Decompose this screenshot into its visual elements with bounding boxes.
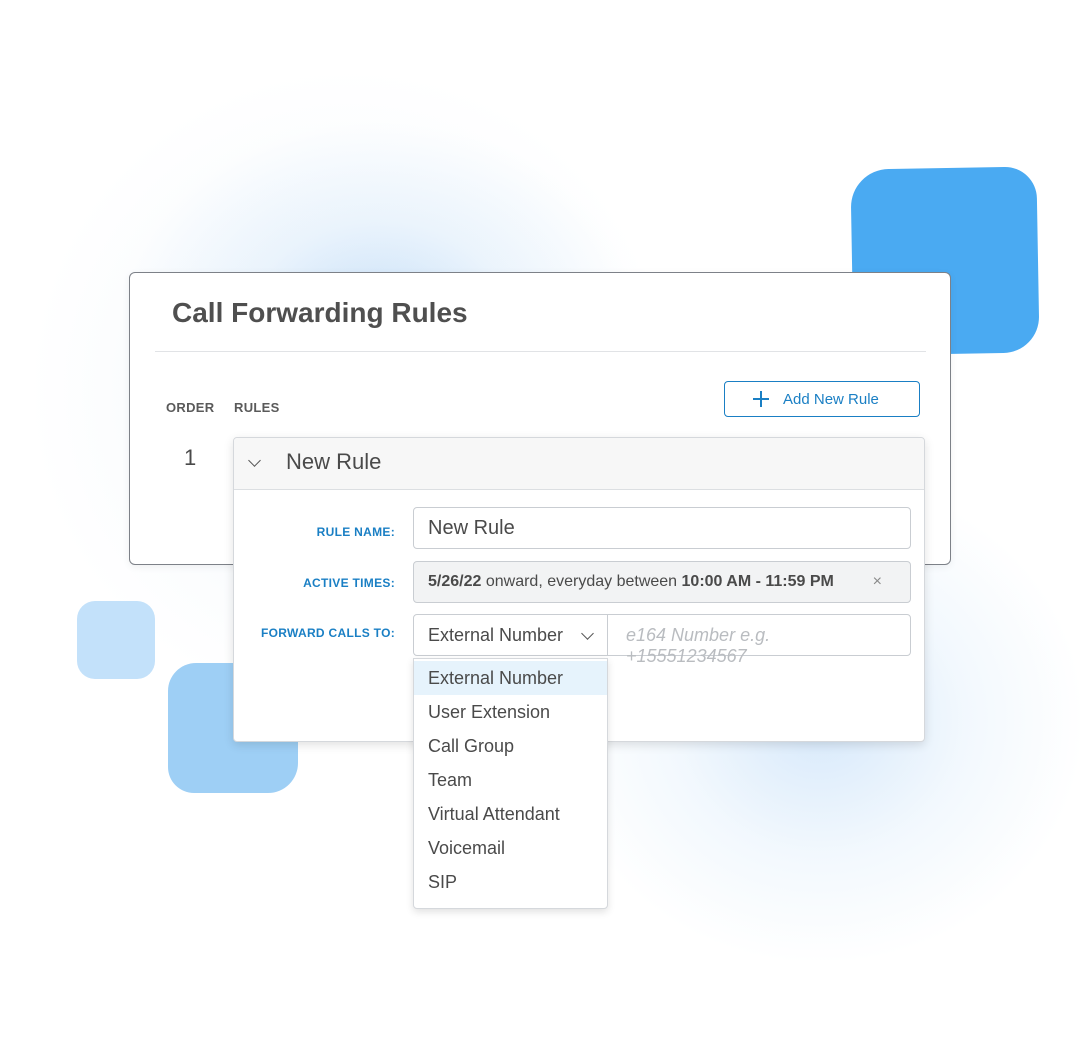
active-times-date: 5/26/22 <box>428 573 482 590</box>
column-header-rules: RULES <box>234 400 280 415</box>
dropdown-option-voicemail[interactable]: Voicemail <box>414 831 607 865</box>
chevron-down-icon <box>581 627 594 640</box>
page-title: Call Forwarding Rules <box>172 297 468 328</box>
add-new-rule-button[interactable]: Add New Rule <box>724 381 920 417</box>
dropdown-option-user-extension[interactable]: User Extension <box>414 695 607 729</box>
decorative-blob <box>77 601 155 679</box>
add-new-rule-label: Add New Rule <box>783 390 879 408</box>
plus-icon <box>753 391 769 407</box>
forward-type-dropdown: External Number User Extension Call Grou… <box>413 658 608 909</box>
dropdown-option-external-number[interactable]: External Number <box>414 661 607 695</box>
forward-number-placeholder: e164 Number e.g. +15551234567 <box>626 625 771 666</box>
dropdown-option-sip[interactable]: SIP <box>414 865 607 899</box>
active-times-range: 10:00 AM - 11:59 PM <box>681 573 834 590</box>
dropdown-option-virtual-attendant[interactable]: Virtual Attendant <box>414 797 607 831</box>
rule-name-input[interactable]: New Rule <box>413 507 911 549</box>
forward-type-select[interactable]: External Number <box>413 614 608 656</box>
active-times-label: ACTIVE TIMES: <box>303 576 395 590</box>
chevron-down-icon[interactable] <box>248 454 261 467</box>
active-times-field[interactable]: 5/26/22 onward, everyday between 10:00 A… <box>413 561 911 603</box>
dropdown-option-call-group[interactable]: Call Group <box>414 729 607 763</box>
rule-header-title: New Rule <box>286 449 382 474</box>
close-icon[interactable]: × <box>873 573 882 591</box>
rule-header[interactable]: New Rule <box>234 438 924 490</box>
dropdown-option-team[interactable]: Team <box>414 763 607 797</box>
rule-order-number: 1 <box>184 445 197 470</box>
column-header-order: ORDER <box>166 400 215 415</box>
forward-calls-to-label: FORWARD CALLS TO: <box>261 626 395 640</box>
forward-type-value: External Number <box>428 625 564 645</box>
forward-number-input[interactable]: e164 Number e.g. +15551234567 <box>607 614 911 666</box>
rule-name-label: RULE NAME: <box>316 525 395 539</box>
divider <box>155 351 926 352</box>
active-times-text: onward, everyday between <box>481 573 682 590</box>
